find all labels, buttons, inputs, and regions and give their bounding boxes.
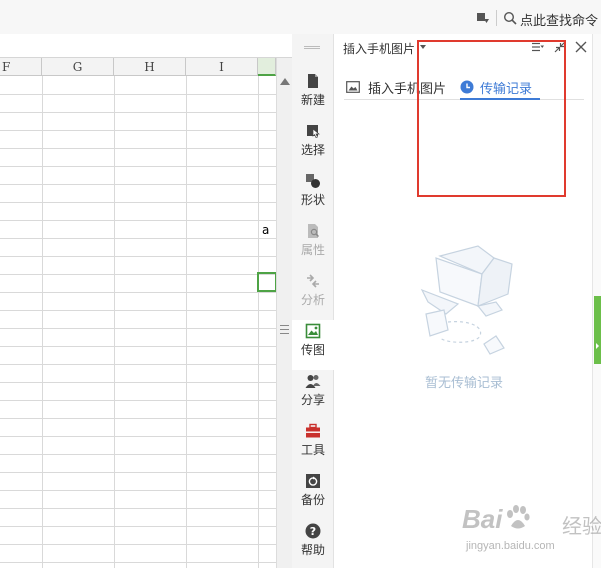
sidebar-item-label: 形状: [300, 193, 325, 207]
paw-icon: [507, 505, 530, 529]
empty-box-illustration: [420, 245, 513, 355]
sidebar-item-share[interactable]: 分享: [292, 370, 334, 420]
sidebar-item-label: 工具: [300, 443, 325, 457]
column-header-g[interactable]: G: [42, 58, 114, 76]
properties-icon: [308, 224, 319, 238]
column-header-h[interactable]: H: [114, 58, 186, 76]
chevron-right-icon[interactable]: [596, 343, 599, 349]
photo-transfer-icon: [305, 323, 321, 339]
watermark-url: jingyan.baidu.com: [466, 540, 555, 552]
watermark-logo: Bai: [462, 504, 503, 534]
backup-icon: [306, 474, 320, 488]
panel-collapse-handle[interactable]: [594, 296, 601, 364]
sidebar-item-help[interactable]: ? 帮助: [292, 520, 334, 568]
column-header-row: F G H I: [0, 58, 276, 76]
sidebar-item-photo-transfer[interactable]: 传图: [292, 320, 334, 370]
sidebar-item-label: 帮助: [300, 543, 325, 557]
active-cell-selection[interactable]: [257, 272, 276, 292]
sidebar-item-analysis[interactable]: 分析: [292, 270, 334, 320]
sidebar-item-label: 传图: [300, 343, 325, 357]
image-insert-icon: [346, 81, 360, 93]
column-header-f[interactable]: F: [0, 58, 42, 76]
filter-dropdown-icon[interactable]: [476, 11, 490, 25]
close-icon[interactable]: [575, 41, 587, 53]
sidebar-item-label: 属性: [300, 243, 325, 257]
annotation-highlight-box: [417, 40, 566, 197]
new-document-icon: [308, 74, 318, 88]
analysis-icon: [307, 274, 319, 288]
sidebar-item-label: 分析: [300, 293, 325, 307]
cell-value[interactable]: a: [262, 223, 269, 237]
task-pane-sidebar: 新建 选择 形状 属性 分析 传图 分享 工具 备份 ? 帮助: [292, 34, 334, 568]
column-header-j-partial[interactable]: [258, 58, 276, 76]
watermark-subtitle: 经验: [562, 516, 601, 538]
search-icon[interactable]: [503, 11, 517, 25]
sidebar-item-shapes[interactable]: 形状: [292, 170, 334, 220]
vertical-scrollbar[interactable]: [276, 58, 292, 568]
sidebar-item-new[interactable]: 新建: [292, 70, 334, 120]
svg-text:?: ?: [310, 525, 316, 538]
toolbar-divider: [496, 10, 497, 26]
sidebar-item-label: 备份: [300, 493, 325, 507]
help-icon: ?: [305, 523, 321, 539]
cell-grid-lines: [0, 76, 276, 568]
top-toolbar: 点此查找命令: [0, 0, 601, 34]
sidebar-item-select[interactable]: 选择: [292, 120, 334, 170]
sidebar-item-label: 分享: [300, 393, 325, 407]
sidebar-item-label: 选择: [300, 143, 325, 157]
baidu-jingyan-watermark: Bai 经验 jingyan.baidu.com: [462, 500, 601, 562]
select-cursor-icon: [307, 125, 320, 139]
app-window: 点此查找命令 F G H I a 新建 选择 形状 属性 分析 传图 分享 工具…: [0, 0, 601, 568]
panel-edge-strip: [592, 34, 601, 568]
sidebar-drag-handle[interactable]: [304, 46, 320, 49]
sidebar-item-backup[interactable]: 备份: [292, 470, 334, 520]
shapes-icon: [306, 174, 320, 188]
sidebar-item-label: 新建: [300, 93, 325, 107]
command-search-label[interactable]: 点此查找命令: [520, 10, 598, 29]
share-people-icon: [305, 375, 321, 388]
formula-bar[interactable]: [0, 34, 292, 58]
scroll-up-arrow-icon[interactable]: [280, 78, 290, 85]
panel-title[interactable]: 插入手机图片: [343, 40, 415, 57]
column-header-i[interactable]: I: [186, 58, 258, 76]
empty-state-message: 暂无传输记录: [424, 375, 503, 390]
spreadsheet-grid[interactable]: F G H I a: [0, 58, 276, 568]
sidebar-item-tools[interactable]: 工具: [292, 420, 334, 470]
scrollbar-grip[interactable]: [280, 322, 289, 340]
sidebar-item-properties[interactable]: 属性: [292, 220, 334, 270]
toolbox-icon: [306, 423, 320, 438]
